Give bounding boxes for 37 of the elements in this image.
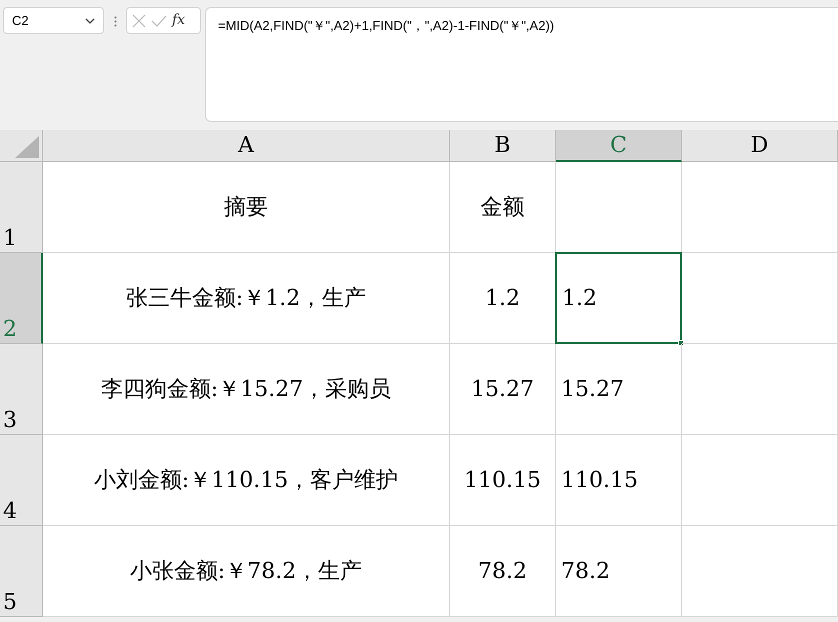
table-cell[interactable]: 小张金额:￥78.2，生产 [43, 526, 450, 617]
row-header[interactable]: 1 [0, 162, 43, 253]
table-cell[interactable] [682, 435, 838, 526]
table-cell[interactable] [682, 526, 838, 617]
name-box[interactable]: C2 [3, 7, 104, 34]
column-header[interactable]: A [43, 130, 450, 162]
formula-field[interactable]: =MID(A2,FIND("￥",A2)+1,FIND("，",A2)-1-FIND("￥",A2)) [205, 7, 838, 122]
row-header[interactable]: 5 [0, 526, 43, 617]
table-cell[interactable]: 1.2 [450, 253, 556, 344]
close-icon[interactable] [132, 14, 146, 28]
table-cell[interactable]: 张三牛金额:￥1.2，生产 [43, 253, 450, 344]
table-cell[interactable]: 78.2 [556, 526, 682, 617]
table-cell[interactable]: 小刘金额:￥110.15，客户维护 [43, 435, 450, 526]
table-cell[interactable]: 110.15 [556, 435, 682, 526]
table-cell[interactable]: 110.15 [450, 435, 556, 526]
fx-icon[interactable]: fx [172, 10, 186, 31]
column-header[interactable]: D [682, 130, 838, 162]
column-header[interactable]: C [556, 130, 682, 162]
table-cell[interactable]: 1.2 [555, 252, 682, 344]
chevron-down-icon [85, 18, 95, 24]
select-all-icon[interactable] [15, 136, 39, 158]
table-cell[interactable]: 78.2 [450, 526, 556, 617]
table-cell[interactable]: 摘要 [43, 162, 450, 253]
drag-handle-icon[interactable] [114, 16, 117, 27]
row-header[interactable]: 3 [0, 344, 43, 435]
row-header[interactable]: 2 [0, 253, 43, 344]
table-cell[interactable]: 15.27 [450, 344, 556, 435]
row-header[interactable]: 4 [0, 435, 43, 526]
cell-reference: C2 [12, 12, 29, 30]
table-cell[interactable]: 李四狗金额:￥15.27，采购员 [43, 344, 450, 435]
check-icon[interactable] [151, 14, 167, 26]
table-cell[interactable] [682, 344, 838, 435]
table-cell[interactable] [682, 162, 838, 253]
table-cell[interactable]: 金额 [450, 162, 556, 253]
table-cell[interactable]: 15.27 [556, 344, 682, 435]
column-header[interactable]: B [450, 130, 556, 162]
table-cell[interactable] [682, 253, 838, 344]
